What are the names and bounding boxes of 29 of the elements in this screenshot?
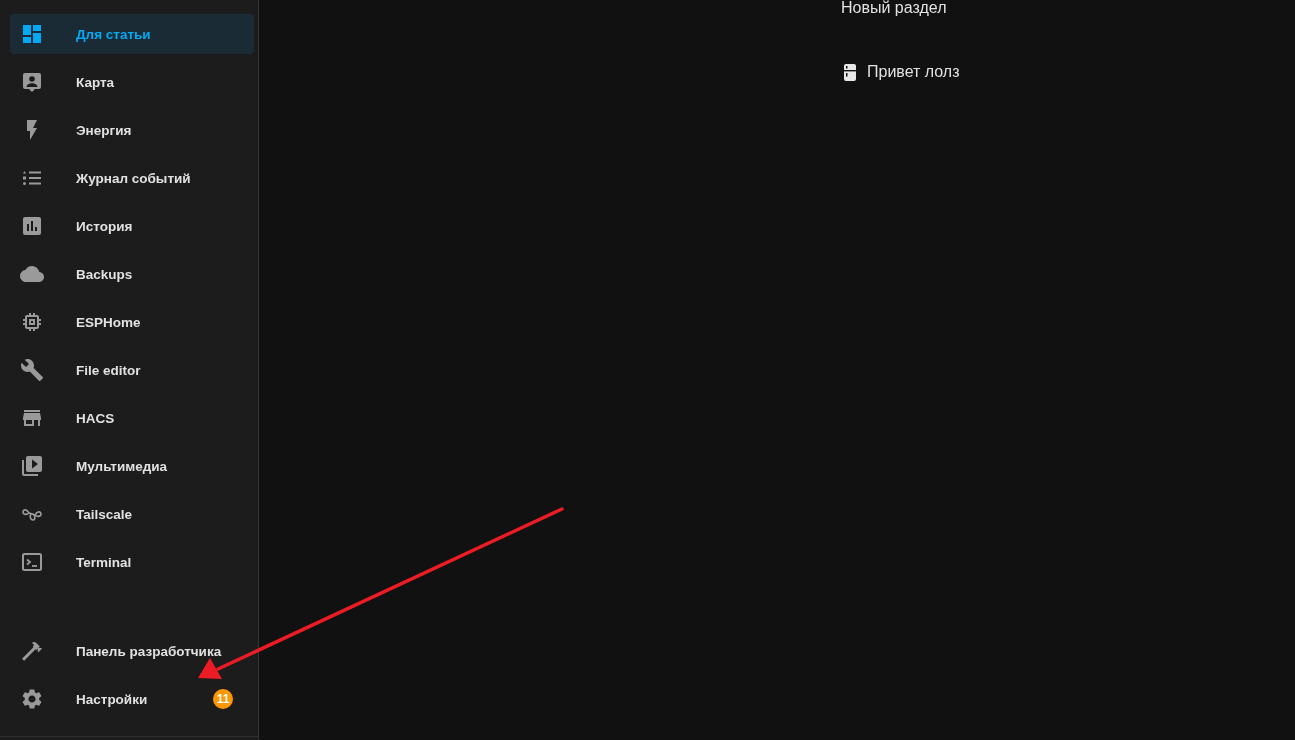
entity-name: Привет лолз xyxy=(867,63,960,81)
sidebar-item[interactable]: ESPHome xyxy=(10,302,254,342)
wrench-icon xyxy=(20,358,44,382)
sidebar-item[interactable]: HACS xyxy=(10,398,254,438)
notification-badge: 11 xyxy=(213,689,233,709)
sidebar-item[interactable]: Для статьи xyxy=(10,14,254,54)
bar-chart-icon xyxy=(20,214,44,238)
section-title: Новый раздел xyxy=(841,0,948,16)
fridge-icon xyxy=(844,63,856,81)
dashboard-icon xyxy=(20,22,44,46)
sidebar-item[interactable]: Backups xyxy=(10,254,254,294)
sidebar-item[interactable]: Карта xyxy=(10,62,254,102)
sidebar-item[interactable]: Tailscale xyxy=(10,494,254,534)
sidebar-item[interactable]: Мультимедиа xyxy=(10,446,254,486)
sidebar-item[interactable]: Журнал событий xyxy=(10,158,254,198)
terminal-icon xyxy=(22,553,42,571)
sidebar-item[interactable]: Панель разработчика xyxy=(10,631,254,671)
hammer-icon xyxy=(22,641,42,661)
chip-icon xyxy=(20,310,44,334)
video-library-icon xyxy=(20,454,44,478)
sidebar-item[interactable]: Terminal xyxy=(10,542,254,582)
sidebar-item[interactable]: Энергия xyxy=(10,110,254,150)
person-pin-icon xyxy=(23,72,41,92)
bulleted-list-icon xyxy=(23,171,41,185)
settings-icon xyxy=(20,687,44,711)
sidebar-item[interactable]: Настройки 11 xyxy=(10,679,254,719)
sidebar-item[interactable]: File editor xyxy=(10,350,254,390)
loop-icon xyxy=(22,507,42,521)
sidebar-item[interactable]: История xyxy=(10,206,254,246)
